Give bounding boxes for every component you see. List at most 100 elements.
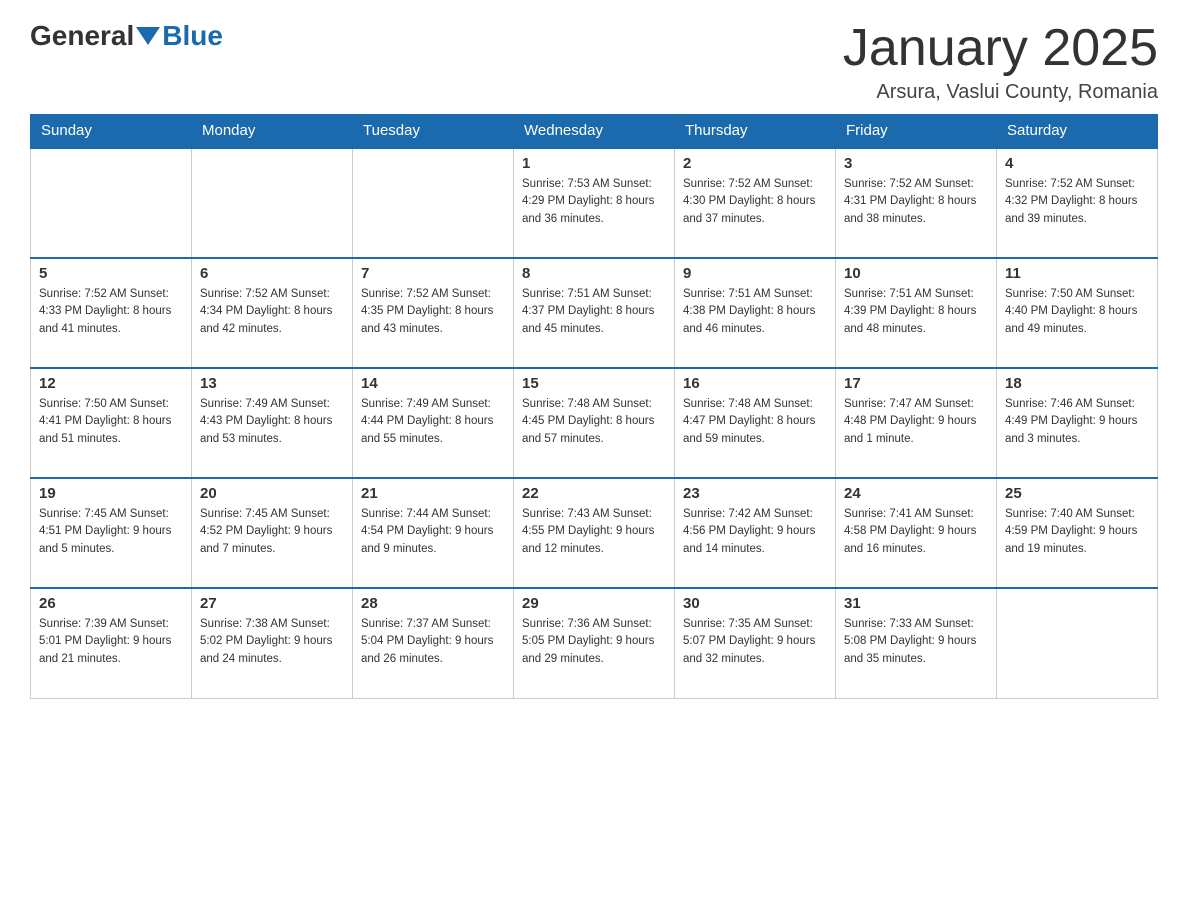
day-info: Sunrise: 7:38 AM Sunset: 5:02 PM Dayligh… xyxy=(200,616,344,668)
calendar-cell: 21 Sunrise: 7:44 AM Sunset: 4:54 PM Dayli… xyxy=(353,478,514,588)
day-number: 25 xyxy=(1005,485,1149,502)
day-number: 30 xyxy=(683,595,827,612)
day-info: Sunrise: 7:53 AM Sunset: 4:29 PM Dayligh… xyxy=(522,176,666,228)
calendar-cell: 12 Sunrise: 7:50 AM Sunset: 4:41 PM Dayli… xyxy=(31,368,192,478)
day-number: 6 xyxy=(200,265,344,282)
day-number: 18 xyxy=(1005,375,1149,392)
header-saturday: Saturday xyxy=(997,114,1158,148)
day-number: 20 xyxy=(200,485,344,502)
header-friday: Friday xyxy=(836,114,997,148)
week-row-1: 5 Sunrise: 7:52 AM Sunset: 4:33 PM Daylig… xyxy=(31,258,1158,368)
calendar-cell: 31 Sunrise: 7:33 AM Sunset: 5:08 PM Dayli… xyxy=(836,588,997,698)
calendar-cell: 29Sunrise: 7:36 AM Sunset: 5:05 PM Dayli… xyxy=(514,588,675,698)
day-number: 12 xyxy=(39,375,183,392)
calendar-cell: 3 Sunrise: 7:52 AM Sunset: 4:31 PM Daylig… xyxy=(836,148,997,258)
day-number: 11 xyxy=(1005,265,1149,282)
day-number: 28 xyxy=(361,595,505,612)
day-number: 13 xyxy=(200,375,344,392)
calendar-cell: 16Sunrise: 7:48 AM Sunset: 4:47 PM Dayli… xyxy=(675,368,836,478)
calendar-cell: 4 Sunrise: 7:52 AM Sunset: 4:32 PM Daylig… xyxy=(997,148,1158,258)
day-number: 23 xyxy=(683,485,827,502)
calendar-cell: 1Sunrise: 7:53 AM Sunset: 4:29 PM Daylig… xyxy=(514,148,675,258)
calendar-cell: 22 Sunrise: 7:43 AM Sunset: 4:55 PM Dayli… xyxy=(514,478,675,588)
calendar-cell: 2Sunrise: 7:52 AM Sunset: 4:30 PM Daylig… xyxy=(675,148,836,258)
calendar-cell xyxy=(192,148,353,258)
header-sunday: Sunday xyxy=(31,114,192,148)
calendar-cell: 24 Sunrise: 7:41 AM Sunset: 4:58 PM Dayli… xyxy=(836,478,997,588)
day-number: 9 xyxy=(683,265,827,282)
day-info: Sunrise: 7:52 AM Sunset: 4:33 PM Dayligh… xyxy=(39,286,183,338)
day-number: 27 xyxy=(200,595,344,612)
day-number: 2 xyxy=(683,155,827,172)
day-number: 5 xyxy=(39,265,183,282)
header-right: January 2025 Arsura, Vaslui County, Roma… xyxy=(843,20,1158,104)
calendar-cell xyxy=(997,588,1158,698)
day-info: Sunrise: 7:51 AM Sunset: 4:37 PM Dayligh… xyxy=(522,286,666,338)
day-info: Sunrise: 7:43 AM Sunset: 4:55 PM Dayligh… xyxy=(522,506,666,558)
day-number: 15 xyxy=(522,375,666,392)
day-info: Sunrise: 7:49 AM Sunset: 4:43 PM Dayligh… xyxy=(200,396,344,448)
calendar-cell: 19Sunrise: 7:45 AM Sunset: 4:51 PM Dayli… xyxy=(31,478,192,588)
calendar-table: SundayMondayTuesdayWednesdayThursdayFrid… xyxy=(30,114,1158,699)
calendar-cell: 11 Sunrise: 7:50 AM Sunset: 4:40 PM Dayli… xyxy=(997,258,1158,368)
day-info: Sunrise: 7:48 AM Sunset: 4:45 PM Dayligh… xyxy=(522,396,666,448)
calendar-cell: 30Sunrise: 7:35 AM Sunset: 5:07 PM Dayli… xyxy=(675,588,836,698)
logo-blue-text: Blue xyxy=(162,20,223,52)
day-number: 3 xyxy=(844,155,988,172)
day-number: 19 xyxy=(39,485,183,502)
day-number: 29 xyxy=(522,595,666,612)
month-title: January 2025 xyxy=(843,20,1158,77)
day-info: Sunrise: 7:52 AM Sunset: 4:34 PM Dayligh… xyxy=(200,286,344,338)
day-info: Sunrise: 7:42 AM Sunset: 4:56 PM Dayligh… xyxy=(683,506,827,558)
header-monday: Monday xyxy=(192,114,353,148)
day-number: 4 xyxy=(1005,155,1149,172)
day-number: 7 xyxy=(361,265,505,282)
header-thursday: Thursday xyxy=(675,114,836,148)
days-header-row: SundayMondayTuesdayWednesdayThursdayFrid… xyxy=(31,114,1158,148)
day-info: Sunrise: 7:39 AM Sunset: 5:01 PM Dayligh… xyxy=(39,616,183,668)
calendar-cell: 15 Sunrise: 7:48 AM Sunset: 4:45 PM Dayli… xyxy=(514,368,675,478)
day-info: Sunrise: 7:50 AM Sunset: 4:40 PM Dayligh… xyxy=(1005,286,1149,338)
day-number: 22 xyxy=(522,485,666,502)
calendar-cell: 8 Sunrise: 7:51 AM Sunset: 4:37 PM Daylig… xyxy=(514,258,675,368)
calendar-cell: 27 Sunrise: 7:38 AM Sunset: 5:02 PM Dayli… xyxy=(192,588,353,698)
calendar-cell: 25 Sunrise: 7:40 AM Sunset: 4:59 PM Dayli… xyxy=(997,478,1158,588)
day-info: Sunrise: 7:52 AM Sunset: 4:35 PM Dayligh… xyxy=(361,286,505,338)
day-info: Sunrise: 7:51 AM Sunset: 4:38 PM Dayligh… xyxy=(683,286,827,338)
page-header: General Blue January 2025 Arsura, Vaslui… xyxy=(30,20,1158,104)
day-info: Sunrise: 7:50 AM Sunset: 4:41 PM Dayligh… xyxy=(39,396,183,448)
calendar-cell: 13 Sunrise: 7:49 AM Sunset: 4:43 PM Dayli… xyxy=(192,368,353,478)
day-number: 10 xyxy=(844,265,988,282)
week-row-0: 1Sunrise: 7:53 AM Sunset: 4:29 PM Daylig… xyxy=(31,148,1158,258)
day-info: Sunrise: 7:51 AM Sunset: 4:39 PM Dayligh… xyxy=(844,286,988,338)
day-info: Sunrise: 7:52 AM Sunset: 4:32 PM Dayligh… xyxy=(1005,176,1149,228)
day-number: 21 xyxy=(361,485,505,502)
day-info: Sunrise: 7:45 AM Sunset: 4:52 PM Dayligh… xyxy=(200,506,344,558)
day-info: Sunrise: 7:40 AM Sunset: 4:59 PM Dayligh… xyxy=(1005,506,1149,558)
calendar-cell: 6 Sunrise: 7:52 AM Sunset: 4:34 PM Daylig… xyxy=(192,258,353,368)
day-info: Sunrise: 7:44 AM Sunset: 4:54 PM Dayligh… xyxy=(361,506,505,558)
calendar-cell xyxy=(31,148,192,258)
calendar-cell: 17Sunrise: 7:47 AM Sunset: 4:48 PM Dayli… xyxy=(836,368,997,478)
day-number: 24 xyxy=(844,485,988,502)
location: Arsura, Vaslui County, Romania xyxy=(843,81,1158,104)
day-number: 31 xyxy=(844,595,988,612)
calendar-cell: 18 Sunrise: 7:46 AM Sunset: 4:49 PM Dayli… xyxy=(997,368,1158,478)
calendar-cell: 5 Sunrise: 7:52 AM Sunset: 4:33 PM Daylig… xyxy=(31,258,192,368)
logo: General Blue xyxy=(30,20,223,52)
day-info: Sunrise: 7:37 AM Sunset: 5:04 PM Dayligh… xyxy=(361,616,505,668)
day-info: Sunrise: 7:52 AM Sunset: 4:31 PM Dayligh… xyxy=(844,176,988,228)
calendar-cell: 9 Sunrise: 7:51 AM Sunset: 4:38 PM Daylig… xyxy=(675,258,836,368)
day-info: Sunrise: 7:46 AM Sunset: 4:49 PM Dayligh… xyxy=(1005,396,1149,448)
week-row-2: 12 Sunrise: 7:50 AM Sunset: 4:41 PM Dayli… xyxy=(31,368,1158,478)
day-info: Sunrise: 7:41 AM Sunset: 4:58 PM Dayligh… xyxy=(844,506,988,558)
calendar-cell: 7 Sunrise: 7:52 AM Sunset: 4:35 PM Daylig… xyxy=(353,258,514,368)
day-info: Sunrise: 7:33 AM Sunset: 5:08 PM Dayligh… xyxy=(844,616,988,668)
week-row-3: 19Sunrise: 7:45 AM Sunset: 4:51 PM Dayli… xyxy=(31,478,1158,588)
day-info: Sunrise: 7:47 AM Sunset: 4:48 PM Dayligh… xyxy=(844,396,988,448)
calendar-cell xyxy=(353,148,514,258)
calendar-cell: 10 Sunrise: 7:51 AM Sunset: 4:39 PM Dayli… xyxy=(836,258,997,368)
day-number: 8 xyxy=(522,265,666,282)
day-number: 14 xyxy=(361,375,505,392)
day-number: 16 xyxy=(683,375,827,392)
